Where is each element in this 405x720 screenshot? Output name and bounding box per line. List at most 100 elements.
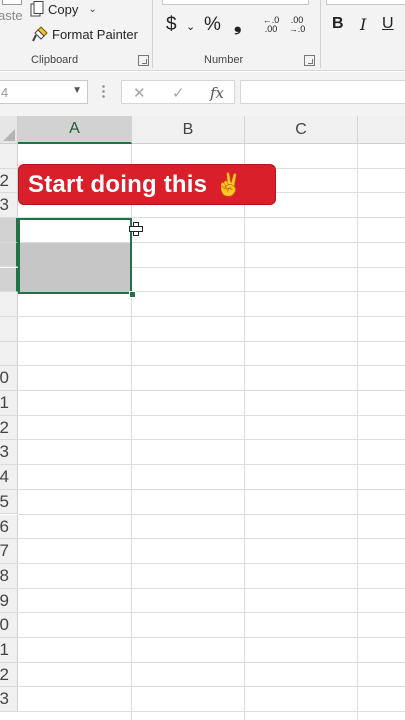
row-header[interactable]: 4: [0, 465, 18, 490]
row-gridline: [18, 562, 405, 564]
row-header[interactable]: 3: [0, 440, 18, 466]
name-box-dropdown-icon[interactable]: ▼: [72, 85, 82, 96]
row-number: 0: [0, 368, 9, 388]
accounting-format-button[interactable]: $: [166, 14, 177, 36]
italic-button[interactable]: I: [360, 15, 366, 34]
row-gridline: [18, 414, 405, 416]
increase-decimal-button[interactable]: ←.0 .00: [260, 16, 282, 34]
row-gridline: [18, 439, 405, 441]
row-gridline: [18, 686, 405, 688]
row-header[interactable]: 9: [0, 588, 18, 614]
percent-style-button[interactable]: %: [204, 14, 221, 36]
row-header[interactable]: 3: [0, 687, 18, 713]
caption-text: Start doing this: [28, 170, 208, 198]
row-number: 2: [0, 417, 9, 437]
ribbon-separator: [320, 0, 321, 68]
row-header[interactable]: 1: [0, 391, 18, 416]
row-header[interactable]: 1: [0, 638, 18, 663]
underline-button[interactable]: U: [382, 15, 394, 33]
row-number: 1: [0, 640, 9, 659]
row-header[interactable]: [0, 144, 18, 169]
worksheet-grid[interactable]: A B C 2 3 0 1 2 3 4 5 6 7 8 9 0 1 2 3: [0, 116, 405, 720]
row-number: 3: [0, 689, 9, 709]
column-gridline: [244, 144, 245, 720]
row-header[interactable]: 3: [0, 193, 18, 219]
row-header[interactable]: [0, 267, 18, 293]
clipboard-dialog-launcher-icon[interactable]: [138, 55, 149, 66]
row-gridline: [18, 612, 405, 614]
paste-button-label[interactable]: aste: [0, 8, 23, 23]
formula-input[interactable]: [240, 80, 405, 104]
ribbon-separator: [152, 0, 153, 68]
accounting-dropdown-icon[interactable]: ⌄: [186, 20, 195, 33]
enter-icon[interactable]: ✓: [172, 84, 185, 102]
copy-icon: [30, 1, 44, 17]
row-header[interactable]: 7: [0, 539, 18, 564]
row-gridline: [18, 711, 405, 713]
paste-icon[interactable]: [2, 0, 22, 5]
format-painter-label: Format Painter: [52, 26, 138, 42]
format-painter-button[interactable]: Format Painter: [32, 26, 138, 42]
select-all-button[interactable]: [0, 116, 18, 144]
row-header[interactable]: [0, 242, 18, 268]
name-box[interactable]: 4 ▼: [0, 80, 88, 104]
row-header[interactable]: 8: [0, 563, 18, 589]
row-gridline: [18, 464, 405, 466]
cell-cursor-icon: [129, 222, 143, 236]
fill-handle[interactable]: [129, 291, 136, 298]
row-gridline: [18, 538, 405, 540]
comma-style-button[interactable]: ❟: [234, 14, 241, 36]
copy-dropdown-icon[interactable]: ⌄: [88, 4, 96, 15]
name-box-value: 4: [1, 85, 9, 100]
row-header[interactable]: 2: [0, 168, 18, 194]
row-number: 2: [0, 664, 9, 684]
row-gridline: [18, 390, 405, 391]
selection-border: [18, 218, 132, 294]
row-gridline: [18, 637, 405, 638]
formula-bar-resize-handle[interactable]: [102, 84, 105, 98]
row-header[interactable]: 6: [0, 514, 18, 540]
decrease-decimal-button[interactable]: .00 →.0: [286, 16, 308, 34]
cancel-icon[interactable]: ✕: [133, 84, 146, 102]
row-header[interactable]: [0, 341, 18, 367]
formula-bar-row: 4 ▼ ✕ ✓ fx: [0, 72, 405, 116]
row-header[interactable]: [0, 292, 18, 317]
font-dropdown[interactable]: [326, 0, 405, 5]
row-number: 0: [0, 615, 9, 635]
clipboard-group-label: Clipboard: [31, 54, 79, 66]
row-gridline: [18, 661, 405, 663]
victory-hand-icon: ✌️: [215, 171, 243, 197]
row-number: 6: [0, 516, 9, 536]
row-gridline: [18, 340, 405, 342]
row-header[interactable]: 5: [0, 489, 18, 515]
row-header[interactable]: 0: [0, 613, 18, 638]
copy-label: Copy: [48, 1, 79, 17]
number-format-dropdown[interactable]: [162, 0, 309, 5]
row-header[interactable]: 2: [0, 415, 18, 441]
row-gridline: [18, 513, 405, 515]
row-header[interactable]: [0, 218, 18, 243]
caption-banner: Start doing this ✌️: [19, 165, 275, 204]
column-gridline: [357, 144, 358, 720]
row-number: 7: [0, 541, 9, 561]
column-header-d[interactable]: [358, 116, 405, 144]
column-header-c[interactable]: C: [245, 116, 358, 144]
row-header[interactable]: 0: [0, 366, 18, 391]
bold-button[interactable]: B: [332, 15, 344, 33]
format-painter-icon: [32, 26, 48, 42]
insert-function-icon[interactable]: fx: [210, 84, 224, 102]
row-number: 2: [0, 170, 9, 190]
column-header-a[interactable]: A: [18, 116, 132, 144]
row-gridline: [18, 488, 405, 490]
copy-button[interactable]: Copy ⌄: [30, 1, 97, 17]
row-gridline: [18, 365, 405, 367]
row-number: 8: [0, 565, 9, 585]
row-header[interactable]: [0, 316, 18, 342]
number-group-label: Number: [204, 54, 244, 66]
column-header-b[interactable]: B: [132, 116, 245, 144]
row-number: 9: [0, 590, 9, 610]
row-gridline: [18, 587, 405, 589]
row-header[interactable]: 2: [0, 662, 18, 688]
number-dialog-launcher-icon[interactable]: [304, 55, 315, 66]
formula-buttons: ✕ ✓ fx: [121, 80, 235, 104]
